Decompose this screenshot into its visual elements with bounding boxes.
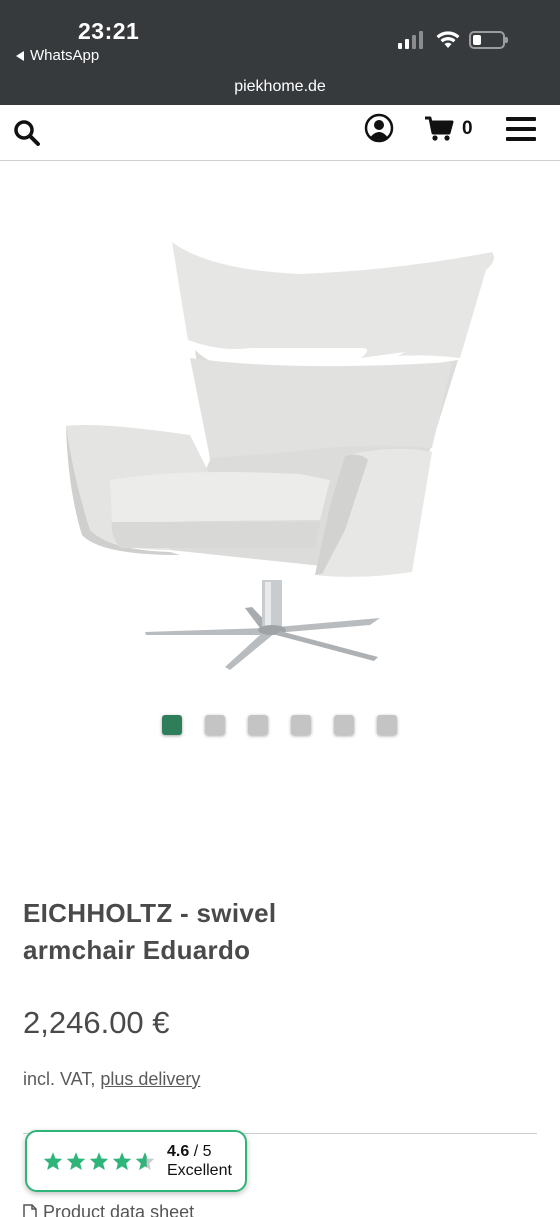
cart-button[interactable]: 0	[424, 115, 480, 143]
carousel-dot-3[interactable]	[248, 715, 268, 735]
cart-icon	[425, 116, 454, 141]
cart-count: 0	[462, 118, 473, 139]
plus-delivery-link[interactable]: plus delivery	[100, 1069, 200, 1089]
document-icon	[23, 1203, 37, 1217]
rating-badge[interactable]: 4.6 / 5 Excellent	[25, 1130, 247, 1192]
star-icon	[112, 1152, 132, 1170]
rating-max: / 5	[193, 1143, 212, 1160]
product-title: EICHHOLTZ - swivel armchair Eduardo	[23, 898, 277, 965]
product-data-sheet-link[interactable]: Product data sheet	[23, 1202, 194, 1217]
product-price: 2,246.00 €	[23, 1005, 170, 1040]
battery-icon	[469, 31, 508, 49]
carousel-dot-6[interactable]	[377, 715, 397, 735]
carousel-dot-1[interactable]	[162, 715, 182, 735]
wifi-icon	[436, 31, 460, 48]
carousel-dot-2[interactable]	[205, 715, 225, 735]
star-icon	[89, 1152, 109, 1170]
carousel-dot-4[interactable]	[291, 715, 311, 735]
star-icon	[66, 1152, 86, 1170]
star-icon	[43, 1152, 63, 1170]
signal-icon	[398, 31, 423, 49]
menu-icon[interactable]	[506, 117, 536, 141]
product-image[interactable]	[60, 230, 500, 680]
vat-info: incl. VAT, plus delivery	[23, 1069, 200, 1090]
browser-url[interactable]: piekhome.de	[0, 78, 560, 96]
data-sheet-label: Product data sheet	[43, 1202, 195, 1217]
rating-score: 4.6	[167, 1143, 190, 1160]
image-carousel-dots	[162, 715, 397, 735]
site-header: 0	[0, 105, 560, 161]
carousel-dot-5[interactable]	[334, 715, 354, 735]
rating-stars	[43, 1151, 155, 1171]
back-arrow-icon	[16, 50, 24, 61]
account-icon[interactable]	[364, 113, 394, 143]
rating-text: 4.6 / 5 Excellent	[167, 1142, 232, 1180]
search-icon[interactable]	[13, 119, 41, 147]
half-star-icon	[135, 1152, 155, 1170]
ios-status-bar: 23:21 WhatsApp piekhome.de	[0, 0, 560, 105]
back-app-label: WhatsApp	[30, 47, 100, 64]
rating-label: Excellent	[167, 1162, 232, 1179]
back-to-app-link[interactable]: WhatsApp	[16, 47, 99, 64]
vat-prefix: incl. VAT,	[23, 1069, 96, 1089]
status-time: 23:21	[78, 18, 140, 44]
